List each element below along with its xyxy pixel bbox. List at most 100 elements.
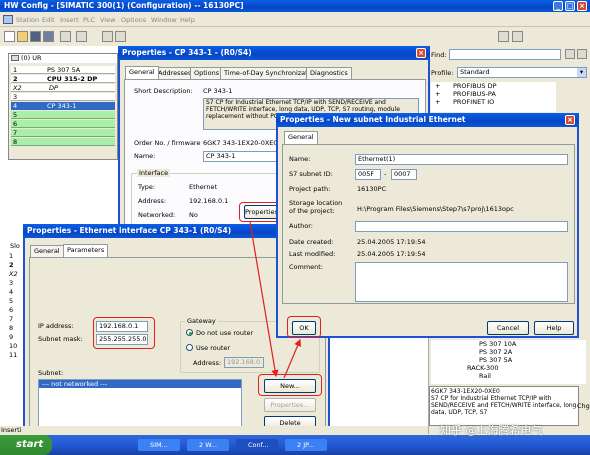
taskbar-item[interactable]: 2 JP... — [285, 439, 327, 451]
copy-icon[interactable] — [102, 31, 113, 42]
menu-app-icon[interactable] — [3, 15, 13, 24]
subnet-dialog-title: Properties - New subnet Industrial Ether… — [280, 115, 466, 124]
close-icon[interactable]: × — [416, 48, 426, 58]
tab-general[interactable]: General — [284, 131, 318, 144]
rack-icon — [11, 55, 19, 61]
use-router-radio[interactable] — [186, 344, 193, 351]
expand-icon[interactable]: + — [435, 82, 440, 90]
profile-label: Profile: — [431, 69, 454, 77]
rack-slot: 3 — [13, 93, 18, 101]
s7-subnet-id-a[interactable]: 005F — [355, 169, 381, 180]
rack-row[interactable]: 7 — [11, 129, 115, 137]
subnet-name-input[interactable]: Ethernet(1) — [355, 154, 568, 165]
catalog-item-profibus-dp[interactable]: + PROFIBUS DP — [431, 82, 556, 90]
subnet-list[interactable]: --- not networked --- — [38, 379, 242, 431]
menu-insert[interactable]: Insert — [60, 16, 79, 24]
s7-subnet-id-b[interactable]: 0007 — [391, 169, 417, 180]
name-input[interactable]: CP 343-1 — [203, 151, 283, 162]
menu-station[interactable]: Station — [16, 16, 39, 24]
find-prev-icon[interactable] — [577, 49, 587, 59]
maximize-icon[interactable]: □ — [565, 1, 575, 11]
close-icon[interactable]: × — [577, 1, 587, 11]
catalog-item-profibus-pa[interactable]: + PROFIBUS-PA — [431, 90, 556, 98]
type-label: Type: — [138, 183, 156, 191]
project-path-label: Project path: — [289, 185, 331, 193]
rack-row[interactable]: 6 — [11, 120, 115, 128]
tab-diagnostics[interactable]: Diagnostics — [306, 67, 352, 79]
paste-icon[interactable] — [115, 31, 126, 42]
s7-id-dash: - — [384, 170, 387, 178]
address-label: Address: — [138, 197, 167, 205]
gw-address-input: 192.168.0.1 — [224, 357, 264, 368]
menu-view[interactable]: View — [100, 16, 115, 24]
save-icon[interactable] — [30, 31, 41, 42]
rack-module: DP — [49, 84, 58, 92]
profile-select[interactable]: Standard ▾ — [457, 67, 587, 78]
help-button[interactable]: Help — [534, 321, 574, 335]
new-icon[interactable] — [4, 31, 15, 42]
catalog-item[interactable]: RACK-300 — [431, 364, 586, 372]
catalog-item[interactable]: PS 307 5A — [431, 356, 586, 364]
rack-row[interactable]: 1 PS 307 5A — [11, 66, 115, 74]
start-button[interactable]: start — [0, 435, 52, 455]
download-icon[interactable] — [76, 31, 87, 42]
expand-icon[interactable]: + — [435, 90, 440, 98]
rack-slot: 2 — [13, 75, 18, 83]
status-bar: Inserti — [0, 426, 428, 435]
rack-row[interactable]: 3 — [11, 93, 115, 101]
no-router-radio[interactable] — [186, 329, 193, 336]
interface-label: Interface — [137, 169, 171, 177]
close-icon[interactable]: × — [565, 115, 575, 125]
cancel-button[interactable]: Cancel — [487, 321, 529, 335]
chevron-down-icon[interactable]: ▾ — [577, 68, 586, 77]
catalog-item-profinet-io[interactable]: + PROFINET IO — [431, 98, 556, 106]
address-value: 192.168.0.1 — [189, 197, 229, 205]
catalog-item[interactable]: PS 307 10A — [431, 340, 586, 348]
menu-window[interactable]: Window — [151, 16, 177, 24]
find-input[interactable] — [449, 49, 561, 60]
tab-options[interactable]: Options — [190, 67, 224, 79]
subnet-list-item[interactable]: --- not networked --- — [39, 380, 241, 388]
expand-icon[interactable]: + — [435, 98, 440, 106]
storage-label: Storage location — [289, 199, 343, 207]
ip-label: IP address: — [38, 322, 74, 330]
rack-row-selected[interactable]: 4 CP 343-1 — [11, 102, 115, 110]
taskbar-item[interactable]: 2 W... — [187, 439, 229, 451]
short-desc-label: Short Description: — [134, 87, 193, 95]
app-title: HW Config - [SIMATIC 300(1) (Configurati… — [4, 1, 244, 10]
author-input[interactable] — [355, 221, 568, 232]
print-icon[interactable] — [60, 31, 71, 42]
gw-address-label: Address: — [193, 359, 222, 367]
rack-slot: 1 — [13, 66, 18, 74]
help-icon[interactable] — [512, 31, 523, 42]
subnet-dialog-title-bar: Properties - New subnet Industrial Ether… — [276, 113, 579, 127]
catalog-icon[interactable] — [498, 31, 509, 42]
menu-plc[interactable]: PLC — [83, 16, 95, 24]
minimize-icon[interactable]: _ — [553, 1, 563, 11]
tab-general[interactable]: General — [125, 66, 159, 79]
rack-row[interactable]: 2 CPU 315-2 DP — [11, 75, 115, 83]
ip-highlight — [93, 317, 155, 349]
tab-parameters[interactable]: Parameters — [63, 244, 109, 257]
catalog-item[interactable]: PS 307 2A — [431, 348, 586, 356]
save-compile-icon[interactable] — [43, 31, 54, 42]
subnet-general-panel: Name: Ethernet(1) S7 subnet ID: 005F - 0… — [282, 144, 575, 304]
subnet-name-label: Name: — [289, 155, 311, 163]
rack-row[interactable]: X2 DP — [11, 84, 115, 92]
rack-window: (0) UR 1 PS 307 5A 2 CPU 315-2 DP X2 DP 3 4… — [8, 53, 118, 160]
taskbar-item[interactable]: SIM... — [138, 439, 180, 451]
find-next-icon[interactable] — [565, 49, 575, 59]
menu-options[interactable]: Options — [121, 16, 146, 24]
taskbar-item[interactable]: Conf... — [236, 439, 278, 451]
tab-general[interactable]: General — [30, 245, 64, 257]
catalog-item[interactable]: Rail — [431, 372, 586, 380]
menu-help[interactable]: Help — [180, 16, 195, 24]
type-value: Ethernet — [189, 183, 217, 191]
catalog-chg-button[interactable]: Chg — [577, 402, 590, 410]
menu-edit[interactable]: Edit — [42, 16, 55, 24]
storage-label-2: of the project: — [289, 207, 335, 215]
rack-row[interactable]: 5 — [11, 111, 115, 119]
open-icon[interactable] — [17, 31, 28, 42]
comment-textarea[interactable] — [355, 262, 568, 302]
rack-row[interactable]: 8 — [11, 138, 115, 146]
